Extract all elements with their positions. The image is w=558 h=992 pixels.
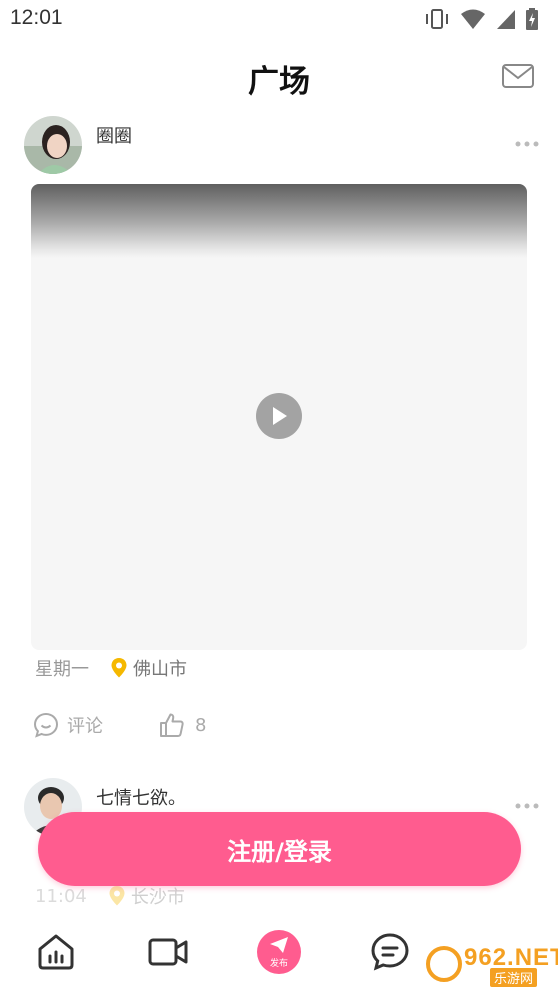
like-button[interactable]: 8 [159, 712, 206, 738]
watermark-sub: 乐游网 [490, 968, 538, 987]
video-thumbnail[interactable] [31, 184, 527, 650]
comment-icon [33, 712, 59, 738]
publish-button[interactable]: 发布 [257, 930, 301, 974]
post-time: 11:04 [35, 885, 87, 907]
publish-label: 发布 [269, 959, 288, 969]
message-icon[interactable] [370, 932, 410, 972]
wifi-icon [461, 9, 485, 29]
home-icon[interactable] [36, 932, 76, 972]
more-icon[interactable] [514, 140, 540, 148]
register-login-button[interactable]: 注册/登录 [38, 812, 521, 886]
post-location[interactable]: 佛山市 [111, 655, 187, 681]
status-bar: 12:01 [0, 0, 558, 40]
header: 广场 [0, 44, 558, 106]
play-button[interactable] [256, 393, 302, 439]
post-meta: 11:04 长沙市 [35, 883, 185, 909]
location-pin-icon [109, 886, 125, 906]
vibrate-icon [426, 9, 448, 29]
watermark-circle [426, 946, 462, 982]
post-card[interactable]: 圈圈 星期一 佛山市 评论 8 [0, 112, 558, 772]
post-location[interactable]: 长沙市 [109, 883, 185, 909]
comment-button[interactable]: 评论 [33, 712, 103, 738]
post-location-label: 长沙市 [130, 887, 185, 908]
post-actions: 评论 8 [33, 710, 206, 740]
thumbs-up-icon [160, 713, 184, 737]
location-pin-icon [111, 658, 127, 678]
page-title: 广场 [248, 64, 310, 100]
like-count: 8 [195, 714, 207, 736]
more-icon[interactable] [514, 802, 540, 810]
signal-icon [497, 10, 515, 29]
post-meta: 星期一 佛山市 [35, 656, 187, 680]
avatar[interactable] [24, 116, 82, 174]
watermark-logo: 962.NET 乐游网 [424, 942, 558, 987]
video-icon[interactable] [148, 932, 188, 972]
publish-icon [270, 937, 288, 953]
post-day: 星期一 [35, 659, 89, 680]
play-icon [273, 407, 287, 425]
post-location-label: 佛山市 [133, 659, 187, 680]
post-username[interactable]: 圈圈 [96, 122, 132, 148]
status-icons [424, 8, 538, 30]
status-time: 12:01 [10, 6, 63, 29]
bottom-nav: 发布 962.NET 乐游网 [0, 914, 558, 992]
post-username[interactable]: 七情七欲。 [96, 784, 186, 810]
comment-label: 评论 [67, 716, 103, 737]
mail-icon[interactable] [502, 64, 534, 88]
battery-icon [526, 8, 538, 30]
